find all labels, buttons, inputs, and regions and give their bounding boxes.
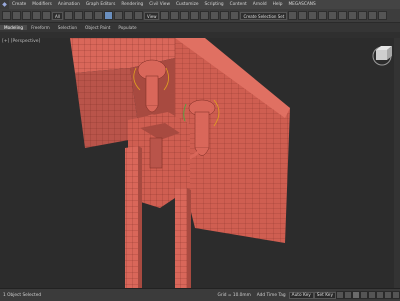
layer-explorer-icon[interactable] [308, 11, 318, 20]
viewcube-icon[interactable] [372, 46, 392, 66]
select-move-icon[interactable] [103, 11, 113, 20]
tab-selection[interactable]: Selection [54, 25, 81, 30]
placement-icon[interactable] [133, 11, 143, 20]
align-icon[interactable] [298, 11, 308, 20]
menu-arnold[interactable]: Arnold [250, 2, 270, 7]
redo-icon[interactable] [12, 11, 21, 20]
add-time-tag-button[interactable]: Add Time Tag [254, 293, 289, 298]
zoom-extents-icon[interactable] [376, 291, 384, 299]
previous-frame-icon[interactable] [344, 291, 352, 299]
mirror-icon[interactable] [288, 11, 298, 20]
select-scale-icon[interactable] [123, 11, 133, 20]
selection-status: 1 Object Selected [3, 292, 42, 298]
rendered-frame-window-icon[interactable] [368, 11, 378, 20]
next-frame-icon[interactable] [360, 291, 368, 299]
render-production-icon[interactable] [378, 11, 388, 20]
grid-size-label: Grid = 10.0mm [217, 292, 251, 298]
render-setup-icon[interactable] [358, 11, 368, 20]
app-logo-icon[interactable]: ◆ [0, 0, 9, 9]
snaps-toggle-icon[interactable] [190, 11, 200, 20]
model-right-wall [175, 38, 290, 243]
play-icon[interactable] [352, 291, 360, 299]
maximize-viewport-icon[interactable] [392, 291, 400, 299]
menu-animation[interactable]: Animation [55, 2, 83, 7]
curve-editor-icon[interactable] [328, 11, 338, 20]
menu-content[interactable]: Content [227, 2, 250, 7]
ribbon-tabs: Modeling Freeform Selection Object Paint… [0, 23, 400, 32]
model-post-left [125, 146, 142, 288]
menu-bar: ◆ Create Modifiers Animation Graph Edito… [0, 0, 400, 9]
selection-filter-dropdown[interactable]: All [52, 11, 63, 20]
tab-freeform[interactable]: Freeform [27, 25, 54, 30]
bind-space-warp-icon[interactable] [42, 11, 51, 20]
perspective-viewport[interactable]: [+] [Perspective] [0, 38, 400, 288]
menu-rendering[interactable]: Rendering [118, 2, 146, 7]
angle-snap-icon[interactable] [200, 11, 210, 20]
menu-help[interactable]: Help [270, 2, 286, 7]
schematic-view-icon[interactable] [338, 11, 348, 20]
auto-key-button[interactable]: Auto Key [288, 291, 314, 299]
edit-named-selection-icon[interactable] [230, 11, 240, 20]
viewport-scene [70, 38, 392, 288]
link-icon[interactable] [22, 11, 31, 20]
keyboard-shortcut-icon[interactable] [180, 11, 190, 20]
tab-modeling[interactable]: Modeling [0, 25, 28, 30]
named-selection-set-dropdown[interactable]: Create Selection Set [240, 11, 288, 20]
select-by-name-icon[interactable] [73, 11, 83, 20]
go-to-start-icon[interactable] [336, 291, 344, 299]
status-bar: 1 Object Selected Grid = 10.0mm Add Time… [0, 288, 400, 301]
pivot-center-icon[interactable] [160, 11, 170, 20]
material-editor-icon[interactable] [348, 11, 358, 20]
menu-create[interactable]: Create [9, 2, 29, 7]
tab-object-paint[interactable]: Object Paint [81, 25, 114, 30]
menu-civil-view[interactable]: Civil View [146, 2, 173, 7]
orbit-icon[interactable] [384, 291, 392, 299]
model-post-right [175, 188, 191, 288]
menu-scripting[interactable]: Scripting [202, 2, 227, 7]
viewport-label[interactable]: [+] [Perspective] [2, 39, 40, 44]
percent-snap-icon[interactable] [210, 11, 220, 20]
reference-coordinate-dropdown[interactable]: View [143, 11, 160, 20]
select-manipulate-icon[interactable] [170, 11, 180, 20]
menu-graph-editors[interactable]: Graph Editors [83, 2, 119, 7]
scene-explorer-icon[interactable] [318, 11, 328, 20]
unlink-icon[interactable] [32, 11, 41, 20]
select-rotate-icon[interactable] [113, 11, 123, 20]
rectangle-selection-icon[interactable] [83, 11, 93, 20]
menu-megascans[interactable]: MEGASCANS [285, 2, 318, 7]
set-key-button[interactable]: Set Key [313, 291, 336, 299]
menu-modifiers[interactable]: Modifiers [29, 2, 55, 7]
spinner-snap-icon[interactable] [220, 11, 230, 20]
select-object-icon[interactable] [63, 11, 73, 20]
undo-icon[interactable] [2, 11, 11, 20]
main-toolbar: All View Create Selection Set [0, 9, 400, 23]
window-crossing-icon[interactable] [93, 11, 103, 20]
menu-customize[interactable]: Customize [173, 2, 202, 7]
tab-populate[interactable]: Populate [114, 25, 140, 30]
go-to-end-icon[interactable] [368, 291, 376, 299]
command-panel-edge [394, 38, 400, 288]
